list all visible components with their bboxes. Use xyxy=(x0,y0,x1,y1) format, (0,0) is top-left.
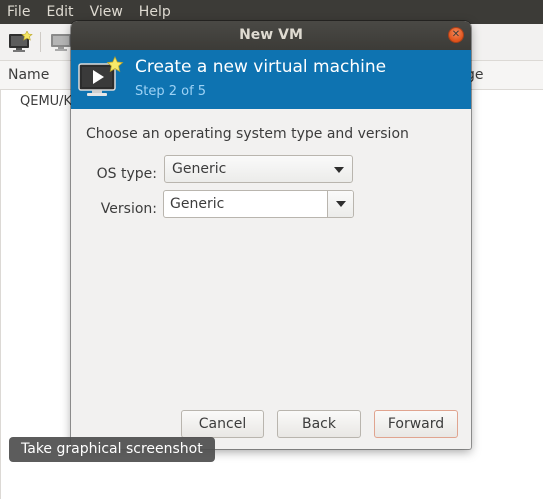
step-indicator: Step 2 of 5 xyxy=(135,84,207,99)
version-label: Version: xyxy=(100,201,157,217)
close-button[interactable]: ✕ xyxy=(448,27,464,43)
version-value[interactable]: Generic xyxy=(170,196,224,212)
os-type-label: OS type: xyxy=(96,166,157,182)
version-combobox[interactable]: Generic xyxy=(163,190,354,218)
version-dropdown-button[interactable] xyxy=(327,191,353,217)
banner-title: Create a new virtual machine xyxy=(135,57,387,77)
new-vm-button[interactable] xyxy=(7,30,33,54)
chevron-down-icon xyxy=(335,201,346,207)
wizard-banner: Create a new virtual machine Step 2 of 5 xyxy=(71,50,471,109)
os-type-select[interactable]: Generic xyxy=(164,155,353,183)
tooltip: Take graphical screenshot xyxy=(9,437,215,462)
dialog-body: Choose an operating system type and vers… xyxy=(71,109,471,449)
dialog-titlebar[interactable]: New VM ✕ xyxy=(71,21,471,50)
dialog-title: New VM xyxy=(239,27,303,43)
monitor-icon xyxy=(51,34,71,51)
os-prompt-label: Choose an operating system type and vers… xyxy=(86,126,409,142)
cancel-button[interactable]: Cancel xyxy=(181,410,264,438)
new-vm-icon xyxy=(78,56,124,96)
forward-button[interactable]: Forward xyxy=(374,410,458,438)
new-vm-dialog: New VM ✕ Create a new virtual machine St… xyxy=(71,21,471,449)
back-button[interactable]: Back xyxy=(277,410,361,438)
list-border xyxy=(0,90,1,499)
menu-file[interactable]: File xyxy=(0,0,38,24)
toolbar-separator xyxy=(40,32,41,52)
os-type-value: Generic xyxy=(172,161,227,177)
chevron-down-icon xyxy=(334,167,344,173)
column-name-header[interactable]: Name xyxy=(8,67,49,83)
new-vm-icon xyxy=(9,31,33,52)
close-icon: ✕ xyxy=(451,29,461,40)
